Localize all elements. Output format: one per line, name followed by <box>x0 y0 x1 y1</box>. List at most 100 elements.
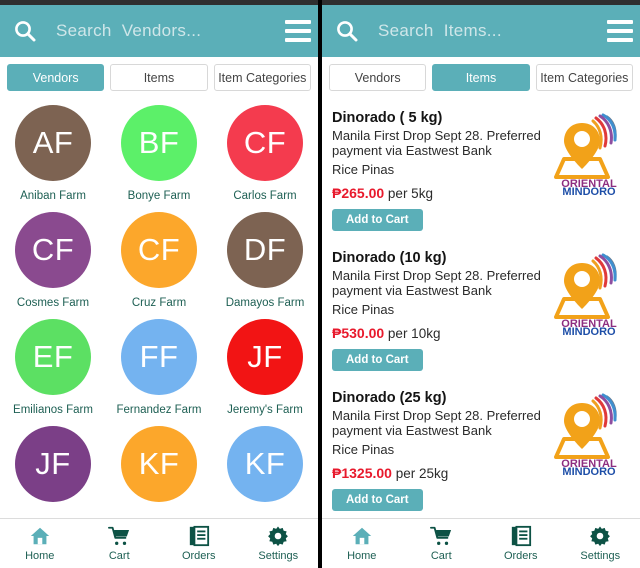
gear-icon <box>589 525 611 547</box>
vendor-name: Aniban Farm <box>20 190 86 202</box>
vendor-grid: AF Aniban Farm BF Bonye Farm CF Carlos Farm CF… <box>0 99 318 517</box>
vendor-cell[interactable]: KF <box>106 422 212 517</box>
vendor-cell[interactable]: DF Damayos Farm <box>212 208 318 315</box>
svg-text:MINDORO: MINDORO <box>562 466 616 475</box>
item-price: ₱530.00 <box>332 325 385 342</box>
home-icon <box>351 525 373 547</box>
nav-label-orders: Orders <box>503 550 538 562</box>
right-tab-bar: Vendors Items Item Categories <box>322 57 640 99</box>
oriental-mindoro-logo: ORIENTAL MINDORO <box>550 111 628 198</box>
tab-items[interactable]: Items <box>110 64 208 91</box>
left-phone-panel: Vendors Items Item Categories AF Aniban F… <box>0 0 318 568</box>
vendor-cell[interactable]: JF <box>0 422 106 517</box>
hamburger-menu-icon[interactable] <box>607 20 633 42</box>
item-list: Dinorado ( 5 kg) Manila First Drop Sept 2… <box>322 99 640 523</box>
nav-label-home: Home <box>347 550 377 562</box>
tab-vendors[interactable]: Vendors <box>329 64 427 91</box>
left-bottom-nav: Home Cart Orders Settings <box>0 518 318 568</box>
item-card: Dinorado (25 kg) Manila First Drop Sept 2… <box>322 383 640 523</box>
vendor-cell[interactable]: BF Bonye Farm <box>106 101 212 208</box>
tab-item-categories[interactable]: Item Categories <box>213 64 311 91</box>
item-price-unit: per 10kg <box>384 326 441 342</box>
avatar: JF <box>15 426 91 502</box>
tab-item-categories[interactable]: Item Categories <box>535 64 633 91</box>
avatar: KF <box>227 426 303 502</box>
search-icon[interactable] <box>334 18 360 44</box>
vendor-cell[interactable]: JF Jeremy's Farm <box>212 315 318 422</box>
nav-item-orders[interactable]: Orders <box>159 525 239 562</box>
oriental-mindoro-logo: ORIENTAL MINDORO <box>550 251 628 338</box>
svg-text:MINDORO: MINDORO <box>562 326 616 335</box>
search-input[interactable] <box>56 21 277 41</box>
nav-label-settings: Settings <box>580 550 621 562</box>
nav-item-cart[interactable]: Cart <box>80 525 160 562</box>
vendor-name: Damayos Farm <box>225 297 305 309</box>
vendor-cell[interactable]: CF Cosmes Farm <box>0 208 106 315</box>
oriental-mindoro-logo-graphic: ORIENTALMINDORO <box>554 113 617 198</box>
item-description: Manila First Drop Sept 28. Preferred pay… <box>332 128 541 159</box>
item-description: Manila First Drop Sept 28. Preferred pay… <box>332 408 541 439</box>
tab-items[interactable]: Items <box>432 64 530 91</box>
avatar: JF <box>227 319 303 395</box>
vendor-cell[interactable]: EF Emilianos Farm <box>0 315 106 422</box>
right-phone-panel: Vendors Items Item Categories Dinorado (… <box>322 0 640 568</box>
home-icon <box>29 525 51 547</box>
avatar: CF <box>15 212 91 288</box>
oriental-mindoro-logo-graphic: ORIENTALMINDORO <box>554 253 617 338</box>
nav-item-home[interactable]: Home <box>0 525 80 562</box>
oriental-mindoro-logo-graphic: ORIENTALMINDORO <box>554 393 617 478</box>
nav-label-cart: Cart <box>108 550 130 562</box>
vendor-cell[interactable]: CF Cruz Farm <box>106 208 212 315</box>
avatar: FF <box>121 319 197 395</box>
avatar: CF <box>121 212 197 288</box>
right-bottom-nav: Home Cart Orders Settings <box>322 518 640 568</box>
item-price-unit: per 25kg <box>391 466 449 482</box>
orders-icon <box>510 525 532 547</box>
dual-phone-screenshot: Vendors Items Item Categories AF Aniban F… <box>0 0 640 568</box>
left-app-bar <box>0 5 318 57</box>
vendor-name: Jeremy's Farm <box>227 404 303 416</box>
nav-label-orders: Orders <box>181 550 216 562</box>
gear-icon <box>267 525 289 547</box>
add-to-cart-button[interactable]: Add to Cart <box>332 209 423 232</box>
item-list-scroll[interactable]: Dinorado ( 5 kg) Manila First Drop Sept 2… <box>322 99 640 568</box>
add-to-cart-button[interactable]: Add to Cart <box>332 349 423 372</box>
nav-item-home[interactable]: Home <box>322 525 402 562</box>
vendor-list-scroll[interactable]: AF Aniban Farm BF Bonye Farm CF Carlos Farm CF… <box>0 99 318 568</box>
nav-label-cart: Cart <box>430 550 452 562</box>
avatar: EF <box>15 319 91 395</box>
vendor-name: Cruz Farm <box>131 297 187 309</box>
hamburger-menu-icon[interactable] <box>285 20 311 42</box>
vendor-cell[interactable]: FF Fernandez Farm <box>106 315 212 422</box>
oriental-mindoro-logo: ORIENTAL MINDORO <box>550 391 628 478</box>
left-tab-bar: Vendors Items Item Categories <box>0 57 318 99</box>
right-app-bar <box>322 5 640 57</box>
nav-item-cart[interactable]: Cart <box>402 525 482 562</box>
avatar: AF <box>15 105 91 181</box>
vendor-name: Fernandez Farm <box>116 404 202 416</box>
search-input[interactable] <box>378 21 599 41</box>
search-icon[interactable] <box>12 18 38 44</box>
vendor-cell[interactable]: AF Aniban Farm <box>0 101 106 208</box>
nav-label-home: Home <box>25 550 55 562</box>
nav-item-orders[interactable]: Orders <box>481 525 561 562</box>
vendor-name: Carlos Farm <box>233 190 297 202</box>
avatar: KF <box>121 426 197 502</box>
vendor-cell[interactable]: CF Carlos Farm <box>212 101 318 208</box>
item-price: ₱265.00 <box>332 185 385 202</box>
item-card: Dinorado (10 kg) Manila First Drop Sept 2… <box>322 243 640 383</box>
nav-item-settings[interactable]: Settings <box>561 525 640 562</box>
tab-vendors[interactable]: Vendors <box>7 64 105 91</box>
nav-label-settings: Settings <box>258 550 299 562</box>
item-card: Dinorado ( 5 kg) Manila First Drop Sept 2… <box>322 103 640 243</box>
add-to-cart-button[interactable]: Add to Cart <box>332 489 423 512</box>
svg-text:MINDORO: MINDORO <box>562 186 616 195</box>
vendor-name: Emilianos Farm <box>13 404 93 416</box>
avatar: DF <box>227 212 303 288</box>
vendor-name: Cosmes Farm <box>16 297 90 309</box>
item-price: ₱1325.00 <box>332 465 392 482</box>
cart-icon <box>108 525 130 547</box>
nav-item-settings[interactable]: Settings <box>239 525 319 562</box>
vendor-cell[interactable]: KF <box>212 422 318 517</box>
cart-icon <box>430 525 452 547</box>
